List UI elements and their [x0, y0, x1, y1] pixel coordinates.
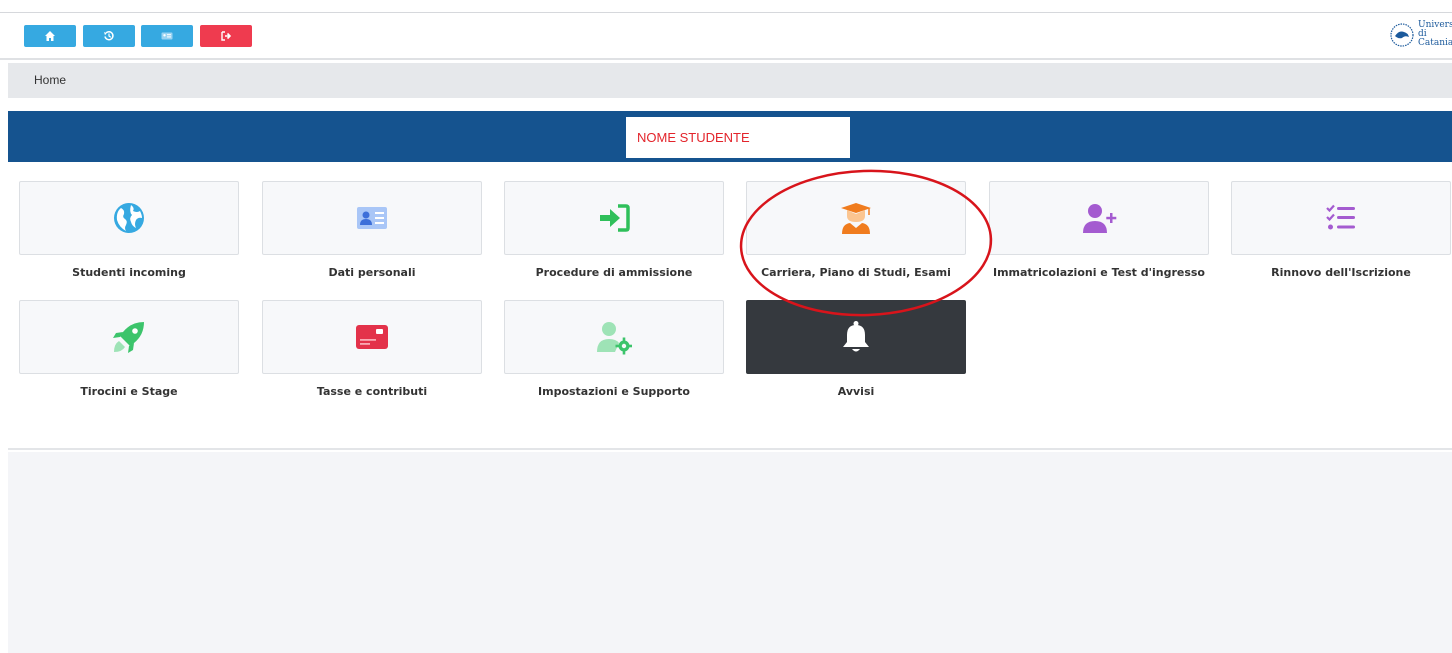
university-logo[interactable]: Università di Catania — [1390, 21, 1452, 48]
checklist-icon — [1326, 204, 1355, 230]
tile-box — [19, 300, 239, 374]
tile-carriera[interactable]: Carriera, Piano di Studi, Esami — [746, 181, 966, 279]
tile-label: Avvisi — [837, 385, 875, 398]
tile-label: Carriera, Piano di Studi, Esami — [761, 266, 951, 279]
tile-label: Procedure di ammissione — [535, 266, 693, 279]
history-icon — [104, 30, 114, 41]
tile-label: Rinnovo dell'Iscrizione — [1271, 266, 1411, 279]
student-name-box: NOME STUDENTE — [626, 117, 850, 158]
graduate-icon — [841, 203, 871, 234]
tile-box — [504, 300, 724, 374]
tile-box — [504, 181, 724, 255]
home-button[interactable] — [24, 25, 76, 47]
logout-icon — [221, 31, 232, 41]
tile-label: Impostazioni e Supporto — [538, 385, 690, 398]
tile-box — [1231, 181, 1451, 255]
tile-box — [262, 300, 482, 374]
student-banner: NOME STUDENTE — [8, 111, 1452, 162]
tile-box — [746, 300, 966, 374]
bell-icon — [843, 321, 869, 352]
tile-label: Dati personali — [328, 266, 416, 279]
tile-avvisi[interactable]: Avvisi — [746, 300, 966, 398]
tile-studenti-incoming[interactable]: Studenti incoming — [19, 181, 239, 279]
student-name: NOME STUDENTE — [637, 130, 750, 145]
tile-box — [746, 181, 966, 255]
tile-box — [262, 181, 482, 255]
credit-card-icon — [356, 325, 388, 349]
home-icon — [45, 31, 55, 41]
history-button[interactable] — [83, 25, 135, 47]
university-seal-icon — [1390, 22, 1414, 47]
logout-button[interactable] — [200, 25, 252, 47]
id-card-icon — [161, 32, 173, 40]
tile-immatricolazioni[interactable]: Immatricolazioni e Test d'ingresso — [989, 181, 1209, 279]
globe-icon — [114, 203, 144, 233]
logo-line-2: di Catania — [1418, 29, 1452, 48]
top-toolbar: Università di Catania — [0, 12, 1452, 60]
id-card-icon — [357, 207, 387, 229]
tile-label: Tasse e contributi — [316, 385, 428, 398]
tile-box — [989, 181, 1209, 255]
tile-rinnovo-iscrizione[interactable]: Rinnovo dell'Iscrizione — [1231, 181, 1451, 279]
tile-tirocini-stage[interactable]: Tirocini e Stage — [19, 300, 239, 398]
tile-box — [19, 181, 239, 255]
tile-label: Tirocini e Stage — [80, 385, 178, 398]
tile-label: Immatricolazioni e Test d'ingresso — [992, 266, 1205, 279]
tile-tasse-contributi[interactable]: Tasse e contributi — [262, 300, 482, 398]
breadcrumb: Home — [8, 63, 1452, 98]
breadcrumb-home[interactable]: Home — [34, 73, 66, 87]
id-card-button[interactable] — [141, 25, 193, 47]
tile-dati-personali[interactable]: Dati personali — [262, 181, 482, 279]
tile-impostazioni-supporto[interactable]: Impostazioni e Supporto — [504, 300, 724, 398]
sign-in-icon — [600, 204, 630, 232]
footer-area — [8, 452, 1452, 653]
tile-label: Studenti incoming — [72, 266, 186, 279]
tile-procedure-ammissione[interactable]: Procedure di ammissione — [504, 181, 724, 279]
rocket-icon — [113, 322, 144, 353]
user-plus-icon — [1083, 204, 1117, 233]
user-cog-icon — [597, 322, 632, 355]
